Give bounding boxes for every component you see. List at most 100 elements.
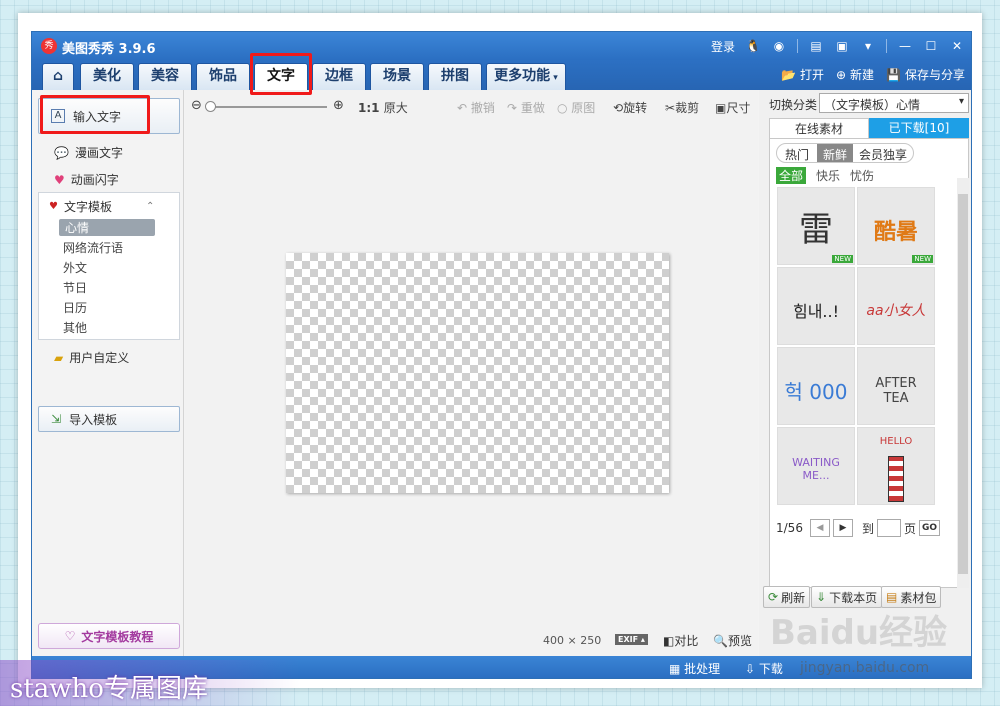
tab-scene[interactable]: 场景 (370, 63, 424, 90)
template-category-slang[interactable]: 网络流行语 (63, 239, 123, 256)
app-title: 美图秀秀 3.9.6 (62, 42, 156, 57)
filter-all[interactable]: 全部 (776, 167, 807, 184)
open-button[interactable]: 📂 打开 (781, 66, 824, 83)
red-highlight-tab (250, 53, 312, 95)
next-page-button[interactable]: ▶ (832, 519, 853, 537)
tab-beautify[interactable]: 美化 (80, 63, 134, 90)
sort-new[interactable]: 新鲜 (817, 144, 854, 162)
material-thumbnail[interactable]: aa小女人 (857, 267, 935, 345)
tab-accessories[interactable]: 饰品 (196, 63, 250, 90)
template-category-calendar[interactable]: 日历 (63, 299, 87, 316)
skin-icon[interactable]: ▾ (860, 38, 876, 54)
maximize-icon[interactable]: ☐ (923, 38, 939, 54)
redo-button[interactable]: ↷ 重做 (507, 99, 545, 116)
original-button[interactable]: ○ 原图 (557, 99, 595, 116)
zoom-slider[interactable] (205, 101, 327, 112)
material-thumbnail[interactable]: 헉 000 (777, 347, 855, 425)
tutorial-label: 文字模板教程 (81, 629, 154, 644)
zoom-out-icon[interactable]: ⊖ (191, 98, 202, 113)
zoom-slider-handle[interactable] (205, 101, 216, 112)
tab-online-materials[interactable]: 在线素材 (769, 118, 869, 138)
template-group-header[interactable]: ♥ 文字模板 ⌃ (49, 198, 154, 215)
rotate-icon: ⟲ (613, 101, 624, 115)
thumbnail-art: 힘내..! (792, 302, 840, 321)
thumbnail-art: AFTER TEA (875, 376, 917, 406)
transparent-canvas[interactable] (286, 253, 669, 493)
filter-row: 全部 快乐 忧伤 (776, 167, 874, 184)
custom-item[interactable]: ▰ 用户自定义 (54, 349, 129, 366)
compare-button[interactable]: ◧对比 (663, 632, 698, 649)
weibo-icon[interactable]: ◉ (771, 38, 787, 54)
prev-page-button[interactable]: ◀ (809, 519, 830, 537)
save-share-button[interactable]: 💾 保存与分享 (886, 66, 965, 83)
actual-size-button[interactable]: 1:1 原大 (358, 99, 408, 116)
page-input[interactable] (876, 519, 901, 537)
category-value: （文字模板）心情 (824, 98, 921, 112)
canvas-area: ⊖ ⊕ 1:1 原大 ↶ 撤销 ↷ 重做 ○ 原图 ⟲旋转 ✂裁剪 ▣尺寸 40… (185, 90, 758, 658)
hand-icon: ♡ (64, 629, 76, 643)
scrollbar[interactable] (957, 178, 969, 588)
template-category-other[interactable]: 其他 (63, 319, 87, 336)
menu-icon[interactable]: ▤ (808, 38, 824, 54)
rotate-button[interactable]: ⟲旋转 (613, 99, 647, 116)
resize-label: 尺寸 (726, 101, 751, 115)
tab-more-functions[interactable]: 更多功能 ▾ (486, 63, 566, 90)
tab-beauty[interactable]: 美容 (138, 63, 192, 90)
comic-text-item[interactable]: 💬 漫画文字 (54, 144, 123, 161)
text-template-group: ♥ 文字模板 ⌃ 心情 网络流行语 外文 节日 日历 其他 (38, 192, 180, 340)
batch-icon: ▦ (669, 662, 681, 676)
material-thumbnail[interactable]: AFTER TEA (857, 347, 935, 425)
pagination: 1/56 ◀ ▶ 到 页 GO (776, 519, 941, 537)
close-icon[interactable]: ✕ (949, 38, 965, 54)
crop-button[interactable]: ✂裁剪 (665, 99, 699, 116)
resize-button[interactable]: ▣尺寸 (715, 99, 750, 116)
message-icon[interactable]: ▣ (834, 38, 850, 54)
new-button[interactable]: ⊕ 新建 (836, 66, 874, 83)
original-size-label: 原大 (383, 101, 408, 115)
material-thumbnail[interactable]: 酷暑 NEW (857, 187, 935, 265)
gallery-watermark: stawho专属图库 (0, 660, 300, 706)
refresh-label: 刷新 (781, 590, 806, 605)
undo-button[interactable]: ↶ 撤销 (457, 99, 495, 116)
divider (886, 39, 887, 53)
tab-collage[interactable]: 拼图 (428, 63, 482, 90)
tab-downloaded[interactable]: 已下载[10] (869, 118, 969, 138)
scrollbar-thumb[interactable] (958, 194, 968, 574)
tab-border[interactable]: 边框 (312, 63, 366, 90)
title-bar-actions: 登录 🐧 ◉ ▤ ▣ ▾ — ☐ ✕ (711, 36, 971, 56)
minimize-icon[interactable]: — (897, 38, 913, 54)
login-link[interactable]: 登录 (711, 38, 735, 55)
chevron-down-icon: ▾ (958, 96, 964, 107)
batch-button[interactable]: ▦ 批处理 (669, 660, 720, 677)
i-love-you-icon: ♥ (49, 201, 58, 212)
template-tutorial-button[interactable]: ♡ 文字模板教程 (38, 623, 180, 649)
import-template-button[interactable]: ⇲ 导入模板 (38, 406, 180, 432)
download-button[interactable]: ⇩ 下载 (745, 660, 783, 677)
flash-text-item[interactable]: ♥ 动画闪字 (54, 171, 119, 188)
zoom-in-icon[interactable]: ⊕ (333, 98, 344, 113)
template-category-foreign[interactable]: 外文 (63, 259, 87, 276)
material-thumbnail[interactable]: HELLO (857, 427, 935, 505)
baidu-watermark: Baidu经验 (770, 613, 948, 653)
go-button[interactable]: GO (918, 520, 941, 536)
filter-happy[interactable]: 快乐 (816, 167, 840, 184)
category-select[interactable]: （文字模板）心情 ▾ (819, 93, 969, 113)
rotate-label: 旋转 (623, 101, 648, 115)
material-thumbnail[interactable]: WAITING ME... (777, 427, 855, 505)
home-tab[interactable]: ⌂ (42, 63, 74, 90)
category-label: 切换分类 (769, 98, 818, 112)
main-tab-bar: ⌂ 美化 美容 饰品 文字 边框 场景 拼图 更多功能 ▾ 📂 打开 ⊕ 新建 💾 保… (32, 60, 971, 90)
template-category-mood[interactable]: 心情 (59, 219, 155, 236)
undo-label: 撤销 (470, 101, 495, 115)
sort-vip[interactable]: 会员独享 (853, 144, 913, 162)
collapse-icon[interactable]: ⌃ (146, 201, 154, 212)
filter-sad[interactable]: 忧伤 (850, 167, 874, 184)
qq-icon[interactable]: 🐧 (745, 38, 761, 54)
exif-button[interactable]: EXIF ▴ (615, 634, 648, 645)
material-thumbnail[interactable]: 힘내..! (777, 267, 855, 345)
preview-button[interactable]: 🔍预览 (713, 632, 752, 649)
sort-hot[interactable]: 热门 (777, 144, 817, 162)
thumbnail-art: 헉 000 (784, 380, 848, 404)
material-thumbnail[interactable]: 雷 NEW (777, 187, 855, 265)
template-category-holiday[interactable]: 节日 (63, 279, 87, 296)
